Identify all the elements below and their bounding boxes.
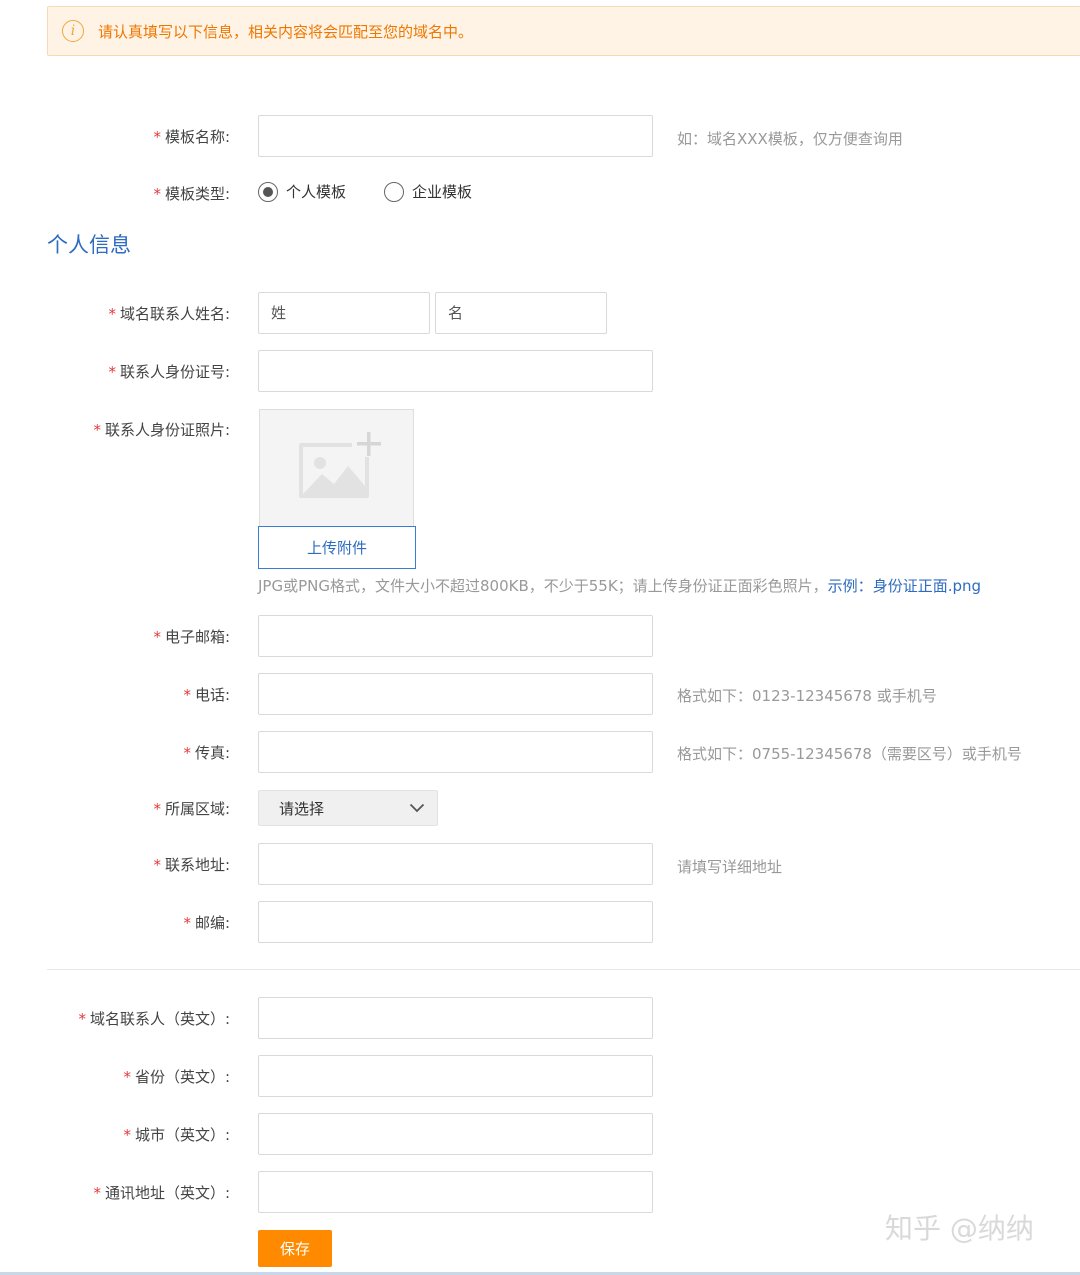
radio-unchecked-icon xyxy=(384,181,405,202)
template-name-hint: 如：域名XXX模板，仅方便查询用 xyxy=(677,130,903,148)
fax-input[interactable] xyxy=(258,731,653,773)
contact-name-label: * 域名联系人姓名: xyxy=(108,305,230,323)
english-contact-label: * 域名联系人（英文）: xyxy=(78,1010,230,1028)
english-city-input[interactable] xyxy=(258,1113,653,1155)
fax-hint: 格式如下：0755-12345678（需要区号）或手机号 xyxy=(677,745,1022,763)
id-photo-label: * 联系人身份证照片: xyxy=(93,421,230,439)
upload-preview-box[interactable] xyxy=(259,409,414,527)
fax-label: * 传真: xyxy=(183,744,230,762)
image-add-icon xyxy=(299,432,381,498)
section-divider xyxy=(47,969,1080,970)
save-button[interactable]: 保存 xyxy=(258,1230,332,1267)
upload-hint: JPG或PNG格式，文件大小不超过800KB，不少于55K；请上传身份证正面彩色… xyxy=(258,577,982,595)
email-input[interactable] xyxy=(258,615,653,657)
radio-enterprise-template[interactable]: 企业模板 xyxy=(384,181,472,202)
english-province-label: * 省份（英文）: xyxy=(123,1068,230,1086)
watermark: 知乎 @纳纳 xyxy=(885,1212,1034,1245)
address-input[interactable] xyxy=(258,843,653,885)
region-label: * 所属区域: xyxy=(153,800,230,818)
notice-text: 请认真填写以下信息，相关内容将会匹配至您的域名中。 xyxy=(98,22,474,41)
address-hint: 请填写详细地址 xyxy=(677,858,783,876)
given-name-input[interactable] xyxy=(435,292,607,334)
radio-personal-template[interactable]: 个人模板 xyxy=(258,181,346,202)
radio-personal-label: 个人模板 xyxy=(286,183,347,201)
info-icon: i xyxy=(62,20,84,42)
radio-checked-icon xyxy=(258,181,278,202)
english-address-input[interactable] xyxy=(258,1171,653,1213)
english-province-input[interactable] xyxy=(258,1055,653,1097)
example-label: 示例： xyxy=(827,577,873,595)
address-label: * 联系地址: xyxy=(153,856,230,874)
template-type-label: * 模板类型: xyxy=(153,185,230,203)
email-label: * 电子邮箱: xyxy=(153,628,230,646)
template-name-input[interactable] xyxy=(258,115,653,157)
postcode-input[interactable] xyxy=(258,901,653,943)
phone-input[interactable] xyxy=(258,673,653,715)
english-address-label: * 通讯地址（英文）: xyxy=(93,1184,230,1202)
chevron-down-icon xyxy=(409,803,425,813)
notice-banner: i 请认真填写以下信息，相关内容将会匹配至您的域名中。 xyxy=(47,6,1080,56)
region-selected-value: 请选择 xyxy=(279,799,325,818)
english-contact-input[interactable] xyxy=(258,997,653,1039)
surname-input[interactable] xyxy=(258,292,430,334)
template-name-label: * 模板名称: xyxy=(153,128,230,146)
id-number-label: * 联系人身份证号: xyxy=(108,363,230,381)
upload-attachment-button[interactable]: 上传附件 xyxy=(258,526,416,569)
radio-enterprise-label: 企业模板 xyxy=(412,183,473,201)
english-city-label: * 城市（英文）: xyxy=(123,1126,230,1144)
section-title-personal-info: 个人信息 xyxy=(47,233,131,257)
example-link[interactable]: 身份证正面.png xyxy=(873,577,981,595)
id-number-input[interactable] xyxy=(258,350,653,392)
phone-hint: 格式如下：0123-12345678 或手机号 xyxy=(677,687,937,705)
postcode-label: * 邮编: xyxy=(183,914,230,932)
template-type-radio-group: 个人模板 企业模板 xyxy=(258,181,510,202)
phone-label: * 电话: xyxy=(183,686,230,704)
region-select[interactable]: 请选择 xyxy=(258,790,438,826)
